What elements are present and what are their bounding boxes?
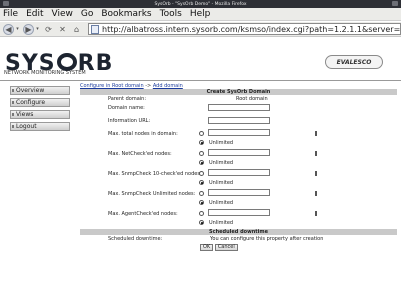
tagline: NETWORK MONITORING SYSTEM bbox=[4, 70, 86, 76]
max-netcheck-nodes-unlimited-label: Unlimited bbox=[209, 160, 234, 166]
max-total-nodes-input[interactable] bbox=[208, 129, 270, 136]
menu-view[interactable]: View bbox=[48, 9, 77, 19]
window-title-bar: SysOrb - "SysOrb Demo" - Mozilla Firefox bbox=[0, 0, 401, 8]
information-url-input[interactable] bbox=[208, 117, 270, 124]
max-agentcheck-nodes-unlimited-label: Unlimited bbox=[209, 220, 234, 226]
max-netcheck-nodes-input[interactable] bbox=[208, 149, 270, 156]
forward-icon[interactable]: ▶ bbox=[23, 23, 34, 35]
max-snmpcheck10-nodes-unlimited-radio[interactable] bbox=[199, 180, 204, 185]
reload-icon[interactable]: ⟳ bbox=[43, 24, 54, 35]
max-snmpcheck-unlimited-nodes-value-radio[interactable] bbox=[199, 191, 204, 196]
parent-domain-value: Root domain bbox=[236, 96, 268, 102]
nav-configure[interactable]: Configure bbox=[10, 98, 70, 107]
evalesco-logo: EVALESCO bbox=[325, 55, 383, 69]
back-icon[interactable]: ◀ bbox=[3, 23, 14, 35]
menu-bookmarks[interactable]: Bookmarks bbox=[97, 9, 155, 19]
max-agentcheck-nodes-value-radio[interactable] bbox=[199, 211, 204, 216]
row-max-netcheck-nodes: Max. NetCheck'ed nodes: Unlimited bbox=[80, 148, 397, 168]
max-agentcheck-nodes-input[interactable] bbox=[208, 209, 270, 216]
cancel-button[interactable]: Cancel bbox=[214, 244, 238, 251]
domain-name-label: Domain name: bbox=[108, 105, 145, 111]
max-total-nodes-unlimited-radio[interactable] bbox=[199, 140, 204, 145]
scheduled-downtime-label: Scheduled downtime: bbox=[108, 236, 163, 242]
menu-edit[interactable]: Edit bbox=[22, 9, 47, 19]
max-snmpcheck-unlimited-nodes-input[interactable] bbox=[208, 189, 270, 196]
max-netcheck-nodes-unlimited-radio[interactable] bbox=[199, 160, 204, 165]
menu-bar: File Edit View Go Bookmarks Tools Help bbox=[0, 8, 401, 21]
max-agentcheck-nodes-label: Max. AgentCheck'ed nodes: bbox=[108, 211, 178, 217]
breadcrumb-configure-link[interactable]: Configure in Root domain bbox=[80, 83, 144, 89]
max-netcheck-nodes-value-radio[interactable] bbox=[199, 151, 204, 156]
row-max-total-nodes: Max. total nodes in domain: Unlimited bbox=[80, 128, 397, 148]
parent-domain-label: Parent domain: bbox=[108, 96, 147, 102]
header-divider bbox=[0, 80, 401, 81]
web-page: SYS RB NETWORK MONITORING SYSTEM EVALESCO… bbox=[0, 37, 401, 291]
breadcrumb-separator: -> bbox=[145, 83, 152, 89]
information-url-label: Information URL: bbox=[108, 118, 151, 124]
row-parent-domain: Parent domain: Root domain bbox=[80, 95, 397, 103]
row-form-buttons: OK Cancel bbox=[80, 243, 397, 253]
scheduled-downtime-note: You can configure this property after cr… bbox=[210, 236, 324, 242]
nav-overview[interactable]: Overview bbox=[10, 86, 70, 95]
menu-tools[interactable]: Tools bbox=[156, 9, 186, 19]
max-snmpcheck-unlimited-nodes-label: Max. SnmpCheck Unlimited nodes: bbox=[108, 191, 196, 197]
row-max-agentcheck-nodes: Max. AgentCheck'ed nodes: Unlimited bbox=[80, 208, 397, 228]
row-information-url: Information URL: bbox=[80, 115, 397, 128]
row-max-snmpcheck10-nodes: Max. SnmpCheck 10-check'ed nodes: Unlimi… bbox=[80, 168, 397, 188]
max-snmpcheck10-nodes-label: Max. SnmpCheck 10-check'ed nodes: bbox=[108, 171, 202, 177]
max-snmpcheck-unlimited-nodes-help-icon[interactable] bbox=[315, 191, 317, 196]
max-snmpcheck10-nodes-value-radio[interactable] bbox=[199, 171, 204, 176]
max-total-nodes-value-radio[interactable] bbox=[199, 131, 204, 136]
window-close-icon[interactable] bbox=[392, 1, 398, 6]
max-snmpcheck10-nodes-unlimited-label: Unlimited bbox=[209, 180, 234, 186]
max-snmpcheck10-nodes-input[interactable] bbox=[208, 169, 270, 176]
max-snmpcheck-unlimited-nodes-unlimited-label: Unlimited bbox=[209, 200, 234, 206]
url-text: http://albatross.intern.sysorb.com/ksmso… bbox=[102, 24, 401, 34]
domain-name-input[interactable] bbox=[208, 104, 270, 111]
home-icon[interactable]: ⌂ bbox=[71, 24, 82, 35]
ok-button[interactable]: OK bbox=[200, 244, 214, 251]
max-total-nodes-help-icon[interactable] bbox=[315, 131, 317, 136]
form-buttons: OK Cancel bbox=[200, 244, 238, 251]
max-snmpcheck-unlimited-nodes-unlimited-radio[interactable] bbox=[199, 200, 204, 205]
forward-dropdown-icon[interactable]: ▾ bbox=[35, 24, 40, 35]
breadcrumb-add-domain-link[interactable]: Add domain bbox=[153, 83, 183, 89]
menu-go[interactable]: Go bbox=[77, 9, 97, 19]
page-icon bbox=[91, 24, 99, 34]
max-total-nodes-unlimited-label: Unlimited bbox=[209, 140, 234, 146]
stop-icon[interactable]: ✕ bbox=[57, 24, 68, 35]
max-netcheck-nodes-help-icon[interactable] bbox=[315, 151, 317, 156]
max-netcheck-nodes-label: Max. NetCheck'ed nodes: bbox=[108, 151, 172, 157]
sidebar: Overview Configure Views Logout bbox=[10, 86, 70, 134]
max-snmpcheck10-nodes-help-icon[interactable] bbox=[315, 171, 317, 176]
row-max-snmpcheck-unlimited-nodes: Max. SnmpCheck Unlimited nodes: Unlimite… bbox=[80, 188, 397, 208]
nav-logout[interactable]: Logout bbox=[10, 122, 70, 131]
logo-orb-icon bbox=[56, 53, 77, 71]
row-scheduled-downtime: Scheduled downtime: You can configure th… bbox=[80, 235, 397, 243]
max-agentcheck-nodes-help-icon[interactable] bbox=[315, 211, 317, 216]
nav-views[interactable]: Views bbox=[10, 110, 70, 119]
menu-file[interactable]: File bbox=[0, 9, 22, 19]
menu-help[interactable]: Help bbox=[186, 9, 215, 19]
back-dropdown-icon[interactable]: ▾ bbox=[15, 24, 20, 35]
window-title: SysOrb - "SysOrb Demo" - Mozilla Firefox bbox=[154, 1, 247, 7]
main-content: Configure in Root domain -> Add domain C… bbox=[80, 83, 397, 253]
window-menu-icon[interactable] bbox=[3, 1, 9, 6]
address-bar[interactable]: http://albatross.intern.sysorb.com/ksmso… bbox=[88, 23, 401, 35]
row-domain-name: Domain name: bbox=[80, 103, 397, 115]
navigation-toolbar: ◀ ▾ ▶ ▾ ⟳ ✕ ⌂ http://albatross.intern.sy… bbox=[0, 22, 401, 37]
max-total-nodes-label: Max. total nodes in domain: bbox=[108, 131, 178, 137]
max-agentcheck-nodes-unlimited-radio[interactable] bbox=[199, 220, 204, 225]
page-header: SYS RB NETWORK MONITORING SYSTEM EVALESCO bbox=[0, 37, 401, 82]
